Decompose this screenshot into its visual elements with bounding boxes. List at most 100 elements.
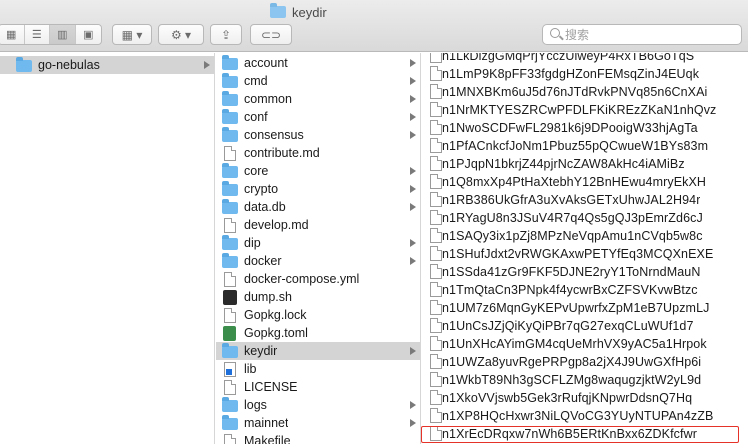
keyfile-item[interactable]: n1SSda41zGr9FKF5DJNE2ryY1ToNrndMauN xyxy=(422,263,748,281)
column-2-item[interactable]: conf xyxy=(216,108,420,126)
item-label: mainnet xyxy=(244,416,289,430)
document-icon xyxy=(224,379,236,395)
column-view-button[interactable]: ▥ xyxy=(50,25,76,44)
folder-icon xyxy=(222,235,238,250)
item-label: data.db xyxy=(244,200,286,214)
item-label: logs xyxy=(244,398,267,412)
keyfile-item[interactable]: n1WkbT89Nh3gSCFLZMg8waqugzjktW2yL9d xyxy=(422,371,748,389)
keyfile-item[interactable]: n1NwoSCDFwFL2981k6j9DPooigW33hjAgTa xyxy=(422,119,748,137)
column-2[interactable]: account cmd common conf consensus contribute.… xyxy=(216,53,421,444)
column-2-item[interactable]: dip xyxy=(216,234,420,252)
keyfile-item[interactable]: n1UnXHcAYimGM4cqUeMrhVX9yAC5a1Hrpok xyxy=(422,335,748,353)
share-icon: ⇪ xyxy=(220,27,232,42)
item-label: n1SHufJdxt2vRWGKAxwPETYfEq3MCQXnEXE xyxy=(442,247,714,261)
item-label: n1XP8HQcHxwr3NiLQVoCG3YUyNTUPAn4zZB xyxy=(442,409,714,423)
keyfile-item[interactable]: n1LkDizgGMqPrjYcczUiweyP4RxTB6GoTqS xyxy=(422,53,748,65)
icon-view-button[interactable]: ▦ xyxy=(0,25,25,44)
keyfile-item[interactable]: n1UM7z6MqnGyKEPvUpwrfxZpM1eB7UpzmLJ xyxy=(422,299,748,317)
keyfile-item[interactable]: n1XP8HQcHxwr3NiLQVoCG3YUyNTUPAn4zZB xyxy=(422,407,748,425)
chevron-right-icon xyxy=(410,185,416,193)
column-2-item[interactable]: Makefile xyxy=(216,432,420,444)
arrange-button[interactable]: ▦ ▾ xyxy=(112,24,152,45)
keyfile-item[interactable]: n1MNXBKm6uJ5d76nJTdRvkPNVq85n6CnXAi xyxy=(422,83,748,101)
folder-icon xyxy=(222,127,238,142)
column-2-item[interactable]: develop.md xyxy=(216,216,420,234)
column-2-item[interactable]: Gopkg.lock xyxy=(216,306,420,324)
keyfile-item[interactable]: n1Q8mxXp4PtHaXtebhY12BnHEwu4mryEkXH xyxy=(422,173,748,191)
item-label: LICENSE xyxy=(244,380,298,394)
column-1[interactable]: go-nebulas xyxy=(0,53,215,444)
item-label: n1LkDizgGMqPrjYcczUiweyP4RxTB6GoTqS xyxy=(442,53,695,63)
keyfile-item[interactable]: n1SAQy3ix1pZj8MPzNeVqpAmu1nCVqb5w8c xyxy=(422,227,748,245)
share-button[interactable]: ⇪ xyxy=(210,24,242,45)
keyfile-item[interactable]: n1RYagU8n3JSuV4R7q4Qs5gQJ3pEmrZd6cJ xyxy=(422,209,748,227)
column-2-item[interactable]: keydir xyxy=(216,342,420,360)
action-button[interactable]: ⚙ ▾ xyxy=(158,24,204,45)
column-2-item[interactable]: data.db xyxy=(216,198,420,216)
gallery-view-button[interactable]: ▣ xyxy=(75,25,101,44)
column-2-item[interactable]: lib xyxy=(216,360,420,378)
item-label: n1NrMKTYESZRCwPFDLFKiKREzZKaN1nhQvz xyxy=(442,103,717,117)
column-2-item[interactable]: contribute.md xyxy=(216,144,420,162)
keyfile-item[interactable]: n1UWZa8yuvRgePRPgp8a2jX4J9UwGXfHp6i xyxy=(422,353,748,371)
list-view-button[interactable]: ☰ xyxy=(24,25,51,44)
column-2-item[interactable]: consensus xyxy=(216,126,420,144)
document-icon xyxy=(430,246,442,261)
chevron-right-icon xyxy=(410,419,416,427)
column-2-item[interactable]: LICENSE xyxy=(216,378,420,396)
keyfile-item[interactable]: n1SHufJdxt2vRWGKAxwPETYfEq3MCQXnEXE xyxy=(422,245,748,263)
keyfile-item[interactable]: n1TmQtaCn3PNpk4f4ycwrBxCZFSVKvwBtzc xyxy=(422,281,748,299)
column-browser: go-nebulas account cmd common conf consensus… xyxy=(0,53,748,444)
tag-icon: ⊂⊃ xyxy=(260,27,282,42)
item-label: n1NwoSCDFwFL2981k6j9DPooigW33hjAgTa xyxy=(442,121,698,135)
column-2-item[interactable]: crypto xyxy=(216,180,420,198)
document-icon xyxy=(430,102,442,117)
chevron-right-icon xyxy=(410,113,416,121)
keyfile-item[interactable]: n1PJqpN1bkrjZ44pjrNcZAW8AkHc4iAMiBz xyxy=(422,155,748,173)
column-2-item[interactable]: dump.sh xyxy=(216,288,420,306)
folder-icon xyxy=(222,199,238,214)
document-icon xyxy=(430,210,442,225)
item-label: crypto xyxy=(244,182,279,196)
keyfile-item[interactable]: n1NrMKTYESZRCwPFDLFKiKREzZKaN1nhQvz xyxy=(422,101,748,119)
chevron-right-icon xyxy=(410,59,416,67)
column-2-item[interactable]: cmd xyxy=(216,72,420,90)
window-title-label: keydir xyxy=(292,4,327,20)
tags-button[interactable]: ⊂⊃ xyxy=(250,24,292,45)
window-title: keydir xyxy=(270,3,327,21)
keyfile-item[interactable]: n1PfACnkcfJoNm1Pbuz55pQCwueW1BYs83m xyxy=(422,137,748,155)
column-2-item[interactable]: mainnet xyxy=(216,414,420,432)
document-icon xyxy=(430,318,442,333)
column-2-item[interactable]: docker-compose.yml xyxy=(216,270,420,288)
keyfile-item[interactable]: n1XkoVVjswb5Gek3rRufqjKNpwrDdsnQ7Hq xyxy=(422,389,748,407)
search-field[interactable]: 搜索 xyxy=(542,24,742,45)
item-label: dump.sh xyxy=(244,290,292,304)
document-icon xyxy=(224,271,236,287)
column-2-item[interactable]: core xyxy=(216,162,420,180)
document-icon xyxy=(224,217,236,233)
chevron-right-icon xyxy=(410,401,416,409)
document-icon xyxy=(430,390,442,405)
document-icon xyxy=(430,156,442,171)
column-2-item[interactable]: account xyxy=(216,54,420,72)
chevron-right-icon xyxy=(410,95,416,103)
chevron-right-icon xyxy=(410,167,416,175)
document-icon xyxy=(430,53,442,63)
keyfile-item[interactable]: n1UnCsJZjQiKyQiPBr7qG27exqCLuWUf1d7 xyxy=(422,317,748,335)
column-2-item[interactable]: common xyxy=(216,90,420,108)
keyfile-item[interactable]: n1LmP9K8pFF33fgdgHZonFEMsqZinJ4EUqk xyxy=(422,65,748,83)
item-label: n1PJqpN1bkrjZ44pjrNcZAW8AkHc4iAMiBz xyxy=(442,157,685,171)
column-2-item[interactable]: docker xyxy=(216,252,420,270)
keyfile-item[interactable]: n1RB386UkGfrA3uXvAksGETxUhwJAL2H94r xyxy=(422,191,748,209)
item-label: n1UnCsJZjQiKyQiPBr7qG27exqCLuWUf1d7 xyxy=(442,319,694,333)
column-3[interactable]: n1LkDizgGMqPrjYcczUiweyP4RxTB6GoTqS n1LmP… xyxy=(422,53,748,444)
chevron-right-icon xyxy=(410,239,416,247)
terminal-icon xyxy=(223,289,237,305)
item-label: lib xyxy=(244,362,257,376)
column-1-item[interactable]: go-nebulas xyxy=(0,56,214,74)
folder-icon xyxy=(222,397,238,412)
column-2-item[interactable]: Gopkg.toml xyxy=(216,324,420,342)
arrange-icon: ▦ ▾ xyxy=(121,27,143,42)
item-label: docker xyxy=(244,254,282,268)
column-2-item[interactable]: logs xyxy=(216,396,420,414)
